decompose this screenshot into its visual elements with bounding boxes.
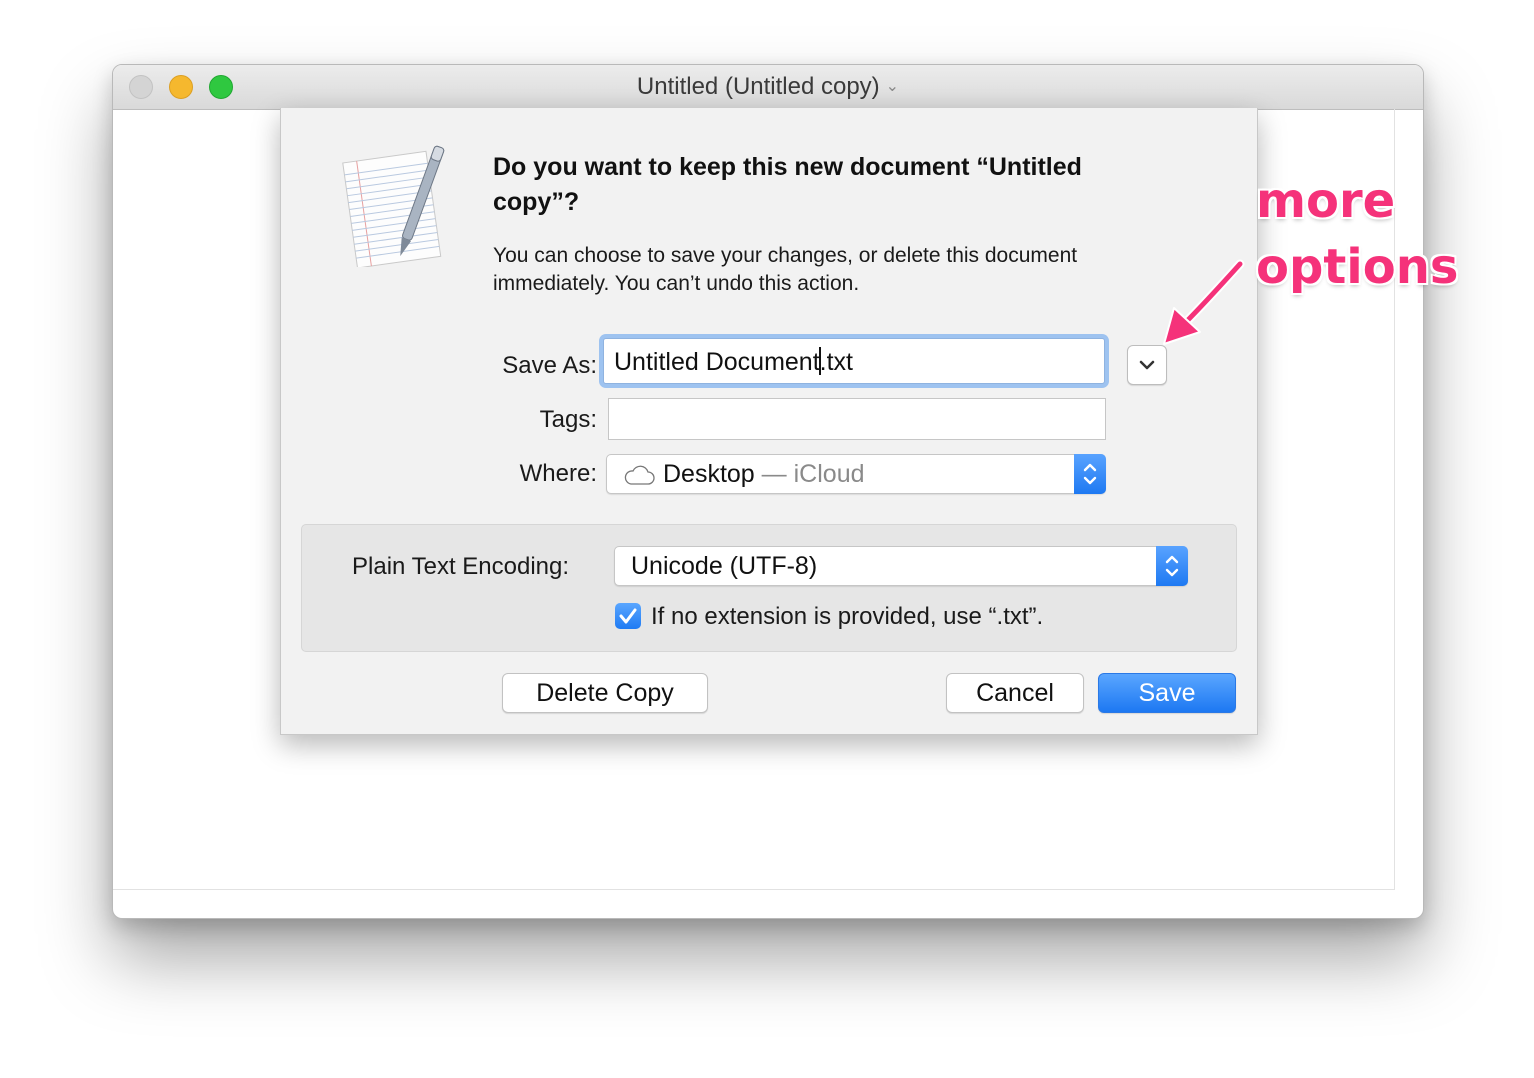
- where-popup-button[interactable]: Desktop — iCloud: [606, 454, 1106, 494]
- tags-input[interactable]: [608, 398, 1106, 440]
- where-separator: —: [754, 460, 794, 488]
- popup-stepper: [1074, 454, 1106, 494]
- window-title-text: Untitled (Untitled copy): [636, 73, 880, 100]
- annotation-line-1: more: [1256, 173, 1396, 229]
- checkmark-icon: [619, 608, 637, 624]
- cancel-button[interactable]: Cancel: [946, 673, 1084, 713]
- encoding-label: Plain Text Encoding:: [352, 553, 570, 580]
- document-edge-bottom: [113, 889, 1395, 890]
- where-service: iCloud: [793, 460, 865, 488]
- save-as-input[interactable]: Untitled Document.txt: [603, 338, 1105, 384]
- annotation-arrow-icon: [1163, 259, 1245, 345]
- encoding-value: Unicode (UTF-8): [631, 552, 818, 580]
- window-title[interactable]: Untitled (Untitled copy) ⌄: [113, 73, 1423, 101]
- textedit-document-icon: [342, 145, 445, 267]
- popup-stepper: [1156, 546, 1188, 586]
- cloud-icon: [624, 465, 655, 485]
- chevron-down-icon[interactable]: ⌄: [886, 78, 899, 95]
- where-value: Desktop — iCloud: [663, 455, 865, 493]
- annotation-callout: more options: [1256, 168, 1526, 300]
- save-as-value-end: .txt: [819, 348, 853, 376]
- up-down-arrows-icon: [1083, 463, 1097, 485]
- extension-checkbox-label[interactable]: If no extension is provided, use “.txt”.: [651, 603, 1043, 631]
- delete-copy-button[interactable]: Delete Copy: [502, 673, 708, 713]
- annotation-line-2: options: [1256, 239, 1459, 295]
- where-label: Where:: [519, 460, 597, 487]
- title-bar[interactable]: Untitled (Untitled copy) ⌄: [113, 65, 1423, 110]
- save-button[interactable]: Save: [1098, 673, 1236, 713]
- dialog-message: You can choose to save your changes, or …: [493, 244, 1078, 295]
- tags-label: Tags:: [539, 406, 597, 433]
- options-panel: Plain Text Encoding: Unicode (UTF-8) If …: [301, 524, 1237, 652]
- encoding-popup-button[interactable]: Unicode (UTF-8): [614, 546, 1188, 586]
- where-location: Desktop: [663, 460, 755, 488]
- up-down-arrows-icon: [1165, 555, 1179, 577]
- extension-checkbox[interactable]: [615, 603, 641, 629]
- save-as-label: Save As:: [502, 352, 597, 379]
- chevron-down-icon: [1139, 360, 1155, 370]
- more-options-button[interactable]: [1127, 345, 1167, 385]
- save-as-value-start: Untitled Document: [614, 348, 820, 376]
- save-dialog-sheet: Do you want to keep this new document “U…: [280, 108, 1258, 735]
- dialog-heading: Do you want to keep this new document “U…: [493, 153, 1082, 216]
